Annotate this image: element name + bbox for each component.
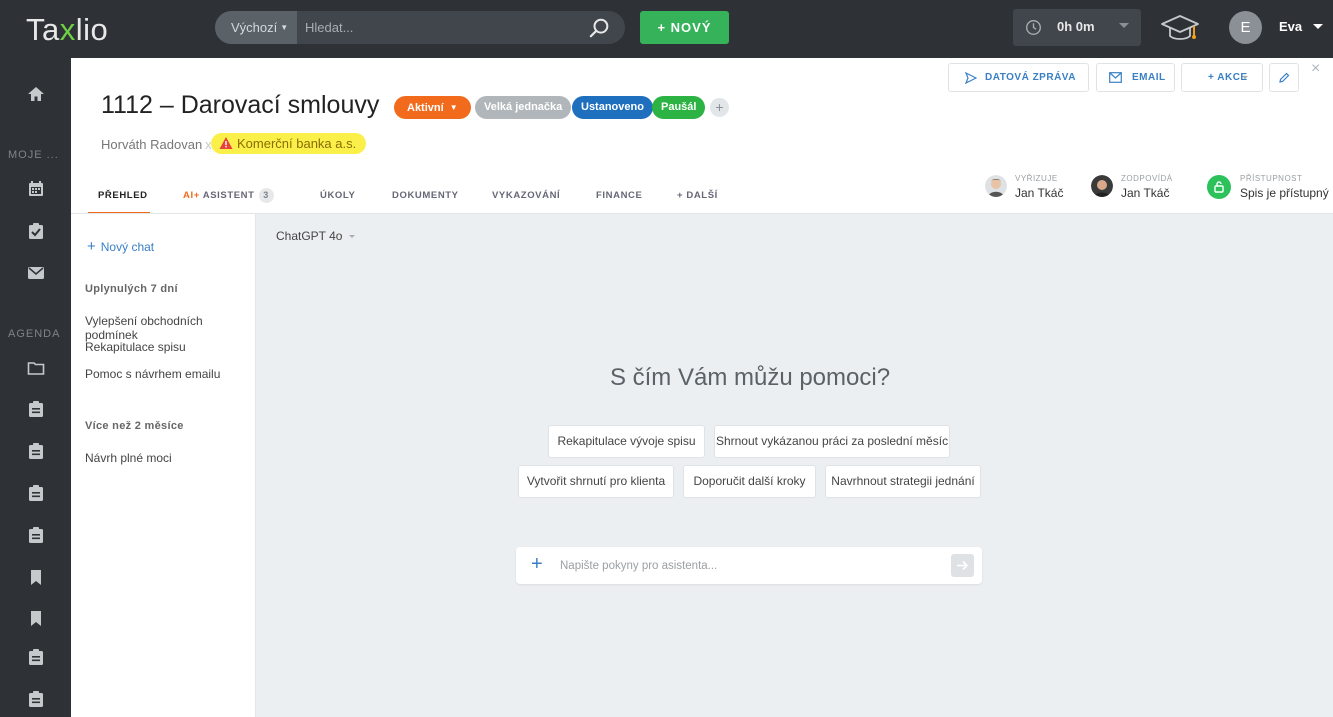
suggestion-button[interactable]: Doporučit další kroky xyxy=(683,465,816,498)
warning-icon xyxy=(219,137,233,149)
model-selector[interactable]: ChatGPT 4o xyxy=(276,229,356,243)
search-icon[interactable] xyxy=(589,17,611,39)
top-bar: Taxlio Výchozí▼ + NOVÝ 0h 0m E Eva xyxy=(0,0,1333,58)
tab-finance[interactable]: FINANCE xyxy=(596,190,642,201)
chat-group-heading: Více než 2 měsíce xyxy=(85,420,184,432)
edit-button[interactable] xyxy=(1269,63,1299,92)
calendar-icon[interactable] xyxy=(27,180,45,198)
bookmark-icon[interactable] xyxy=(27,609,45,627)
clipboard-icon[interactable] xyxy=(27,400,45,418)
send-icon xyxy=(965,72,977,84)
page-title: 1112 – Darovací smlouvy xyxy=(101,91,380,119)
search-input[interactable] xyxy=(305,11,565,44)
checklist-icon[interactable] xyxy=(27,222,45,240)
search-scope-select[interactable]: Výchozí ▼ xyxy=(215,11,297,44)
attach-plus-icon[interactable]: + xyxy=(531,553,543,576)
clipboard-icon[interactable] xyxy=(27,648,45,666)
bank-warning-badge[interactable]: Komerční banka a.s. xyxy=(211,133,367,154)
chevron-down-icon[interactable] xyxy=(1313,24,1323,29)
rail-section-moje: MOJE ... xyxy=(8,149,59,161)
graduation-cap-icon[interactable] xyxy=(1160,12,1200,44)
tab-dokumenty[interactable]: DOKUMENTY xyxy=(392,190,459,201)
left-navigation-rail: MOJE ... AGENDA xyxy=(0,58,71,717)
close-icon[interactable]: × xyxy=(1311,60,1320,78)
folder-icon[interactable] xyxy=(27,359,45,377)
tab-ukoly[interactable]: ÚKOLY xyxy=(320,190,355,201)
email-button[interactable]: EMAIL xyxy=(1096,63,1175,92)
home-icon[interactable] xyxy=(27,85,45,103)
header-divider xyxy=(71,213,1333,214)
datova-zprava-button[interactable]: DATOVÁ ZPRÁVA xyxy=(948,63,1089,92)
plus-icon: + xyxy=(87,238,96,255)
suggestion-button[interactable]: Vytvořit shrnutí pro klienta xyxy=(518,465,674,498)
tab-dalsi[interactable]: + DALŠÍ xyxy=(677,190,718,201)
chat-history-item[interactable]: Vylepšení obchodních podmínek xyxy=(85,314,255,342)
add-tag-button[interactable]: + xyxy=(710,98,729,117)
case-header: 1112 – Darovací smlouvy Aktivní ▼ Velká j… xyxy=(71,58,1333,214)
mail-icon[interactable] xyxy=(27,264,45,282)
search-bar: Výchozí ▼ xyxy=(215,11,625,44)
chat-history-sidebar: + Nový chat Uplynulých 7 dní Vylepšení ob… xyxy=(71,214,256,717)
rail-section-agenda: AGENDA xyxy=(8,328,61,340)
chat-group-heading: Uplynulých 7 dní xyxy=(85,283,178,295)
app-logo[interactable]: Taxlio xyxy=(26,12,108,48)
tab-asistent[interactable]: AI+ ASISTENT 3 xyxy=(183,188,274,203)
case-tabs: PŘEHLED AI+ ASISTENT 3 ÚKOLY DOKUMENTY VY… xyxy=(71,174,971,214)
clipboard-icon[interactable] xyxy=(27,484,45,502)
send-button[interactable] xyxy=(951,554,974,577)
chevron-down-icon xyxy=(349,235,356,238)
clipboard-icon[interactable] xyxy=(27,526,45,544)
clipboard-icon[interactable] xyxy=(27,442,45,460)
chevron-down-icon xyxy=(1242,76,1248,79)
new-button[interactable]: + NOVÝ xyxy=(640,11,729,44)
timer-widget[interactable]: 0h 0m xyxy=(1013,9,1141,46)
suggestion-button[interactable]: Rekapitulace vývoje spisu xyxy=(548,425,705,458)
tab-prehled[interactable]: PŘEHLED xyxy=(98,190,148,201)
suggestion-button[interactable]: Shrnout vykázanou práci za poslední měsí… xyxy=(714,425,950,458)
akce-button[interactable]: + AKCE xyxy=(1181,63,1263,92)
new-chat-button[interactable]: + Nový chat xyxy=(87,238,154,255)
pencil-icon xyxy=(1279,72,1290,83)
mail-icon xyxy=(1109,72,1122,83)
clipboard-icon[interactable] xyxy=(27,690,45,708)
status-badge-aktivni[interactable]: Aktivní ▼ xyxy=(394,96,471,119)
avatar xyxy=(1091,175,1113,197)
chat-history-item[interactable]: Návrh plné moci xyxy=(85,451,172,465)
assistant-input-box: + xyxy=(516,547,982,584)
suggestion-button[interactable]: Navrhnout strategii jednání xyxy=(825,465,981,498)
bookmark-icon[interactable] xyxy=(27,568,45,586)
tag-badge-pausal[interactable]: Paušál xyxy=(652,96,706,119)
user-name[interactable]: Eva xyxy=(1279,19,1302,34)
chat-history-item[interactable]: Pomoc s návrhem emailu xyxy=(85,367,220,381)
tag-badge-velka-jednacka[interactable]: Velká jednačka xyxy=(475,96,572,119)
user-avatar[interactable]: E xyxy=(1229,11,1262,44)
arrow-right-icon xyxy=(957,560,969,571)
avatar xyxy=(985,175,1007,197)
assistant-greeting: S čím Vám můžu pomoci? xyxy=(609,364,891,391)
tag-badge-ustanoveno[interactable]: Ustanoveno xyxy=(572,96,653,119)
lock-open-icon xyxy=(1207,175,1231,199)
client-name[interactable]: Horváth Radovan x xyxy=(101,137,212,152)
chat-history-item[interactable]: Rekapitulace spisu xyxy=(85,340,186,354)
chevron-down-icon xyxy=(1119,23,1129,28)
clock-icon xyxy=(1026,20,1041,35)
timer-value: 0h 0m xyxy=(1057,19,1095,34)
asistent-count-badge: 3 xyxy=(258,188,274,203)
tab-vykazovani[interactable]: VYKAZOVÁNÍ xyxy=(492,190,560,201)
assistant-prompt-input[interactable] xyxy=(560,547,940,584)
